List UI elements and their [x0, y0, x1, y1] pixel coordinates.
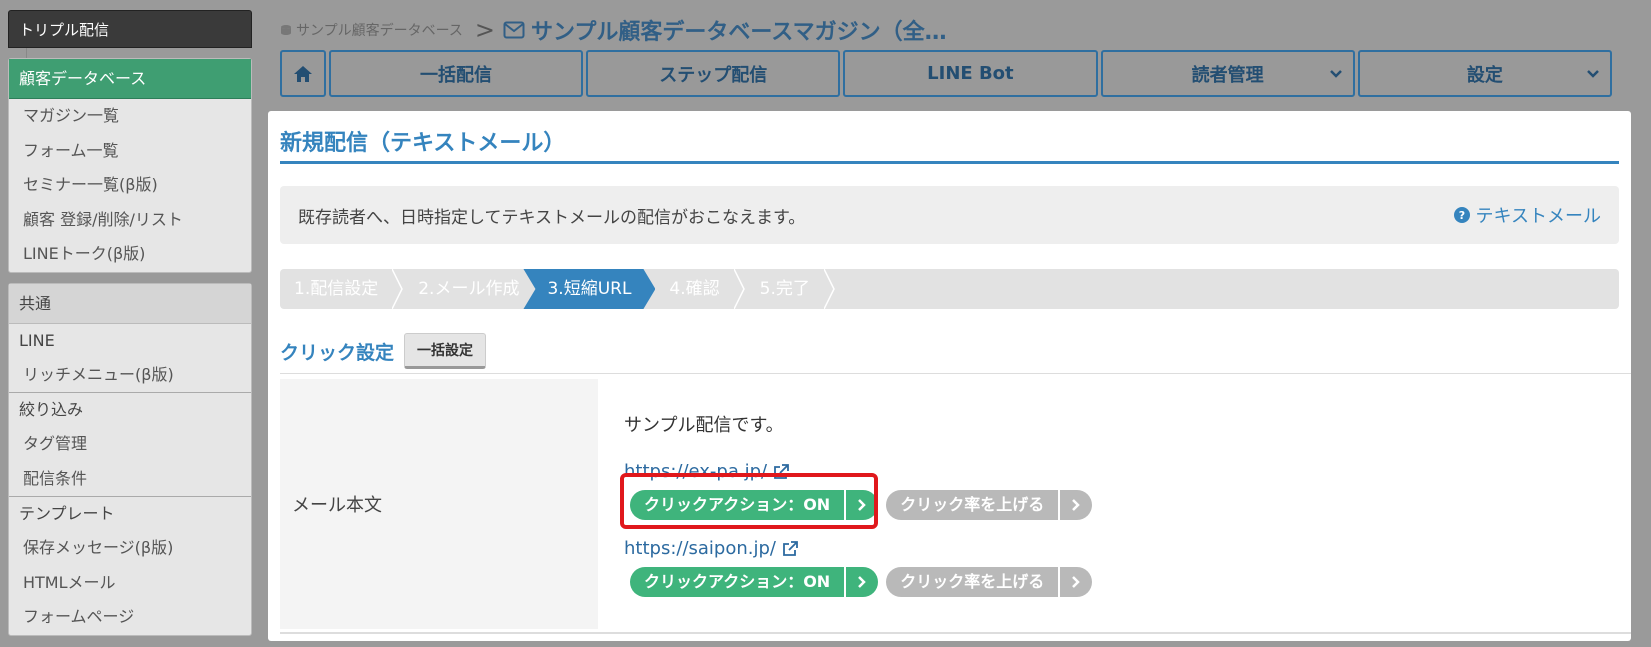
- boost-rate-button-2[interactable]: クリック率を上げる: [886, 567, 1093, 597]
- sidebar: トリプル配信 顧客データベース マガジン一覧 フォーム一覧 セミナー一覧(β版)…: [8, 10, 252, 647]
- sidebar-connector: [8, 48, 252, 58]
- breadcrumb-home[interactable]: サンプル顧客データベース: [280, 20, 463, 40]
- sidebar-item-seminars[interactable]: セミナー一覧(β版): [9, 168, 251, 203]
- sidebar-item-rich-menu[interactable]: リッチメニュー(β版): [9, 358, 251, 393]
- click-settings-header: クリック設定 一括設定: [280, 333, 487, 369]
- url-link-2-label: https://saipon.jp/: [624, 538, 776, 559]
- nav-bulk-send[interactable]: 一括配信: [328, 50, 584, 97]
- breadcrumb-current[interactable]: サンプル顧客データベースマガジン（全…: [503, 14, 947, 46]
- mail-body-label: メール本文: [280, 379, 598, 629]
- highlight-box: [620, 473, 878, 529]
- main-panel: 新規配信（テキストメール） 既存読者へ、日時指定してテキストメールの配信がおこな…: [268, 111, 1631, 641]
- table-bottom-border: [280, 632, 1631, 634]
- step-5: 5.完了: [759, 279, 810, 299]
- chevron-right-icon: [1058, 567, 1092, 597]
- sidebar-item-line-talk[interactable]: LINEトーク(β版): [9, 237, 251, 272]
- sidebar-item-conditions[interactable]: 配信条件: [9, 462, 251, 497]
- sidebar-item-tags[interactable]: タグ管理: [9, 427, 251, 462]
- question-circle-icon: ?: [1453, 207, 1470, 223]
- nav-reader-management[interactable]: 読者管理: [1100, 50, 1355, 97]
- chevron-down-icon: [1329, 70, 1342, 78]
- sidebar-item-html-mail[interactable]: HTMLメール: [9, 566, 251, 601]
- chevron-right-icon: [844, 567, 878, 597]
- sidebar-item-saved-messages[interactable]: 保存メッセージ(β版): [9, 531, 251, 566]
- click-settings-title: クリック設定: [280, 341, 395, 364]
- help-link-label: テキストメール: [1475, 206, 1601, 227]
- top-nav: 一括配信 ステップ配信 LINE Bot 読者管理 設定: [280, 50, 1612, 97]
- url-actions-2: クリックアクション：ON クリック率を上げる: [630, 567, 1093, 597]
- breadcrumb-home-label: サンプル顧客データベース: [296, 23, 463, 39]
- sidebar-group-template: テンプレート: [19, 504, 115, 523]
- breadcrumb-current-label: サンプル顧客データベースマガジン（全…: [531, 20, 947, 45]
- url-link-2[interactable]: https://saipon.jp/: [624, 538, 798, 559]
- nav-step-send[interactable]: ステップ配信: [586, 50, 841, 97]
- boost-rate-button-1[interactable]: クリック率を上げる: [886, 490, 1093, 520]
- sidebar-item-form-page[interactable]: フォームページ: [9, 600, 251, 635]
- sidebar-common-panel: 共通 LINE リッチメニュー(β版) 絞り込み タグ管理 配信条件 テンプレー…: [8, 282, 252, 636]
- sidebar-group-filter: 絞り込み: [19, 400, 84, 419]
- nav-reader-management-label: 読者管理: [1191, 64, 1264, 86]
- breadcrumb: サンプル顧客データベース > サンプル顧客データベースマガジン（全…: [280, 14, 947, 46]
- nav-line-bot[interactable]: LINE Bot: [843, 50, 1098, 97]
- sidebar-top-label[interactable]: トリプル配信: [8, 10, 252, 48]
- external-link-icon: [783, 540, 798, 556]
- sidebar-item-forms[interactable]: フォーム一覧: [9, 134, 251, 169]
- home-icon: [293, 65, 312, 82]
- step-2: 2.メール作成: [418, 279, 520, 299]
- click-action-button-2[interactable]: クリックアクション：ON: [630, 567, 879, 597]
- chevron-down-icon: [1587, 70, 1599, 78]
- info-text: 既存読者へ、日時指定してテキストメールの配信がおこなえます。: [298, 207, 806, 228]
- nav-settings[interactable]: 設定: [1357, 50, 1612, 97]
- sidebar-customer-db-panel: 顧客データベース マガジン一覧 フォーム一覧 セミナー一覧(β版) 顧客 登録/…: [8, 58, 252, 273]
- chevron-right-icon: [1058, 490, 1092, 520]
- database-icon: [281, 25, 291, 35]
- step-4: 4.確認: [669, 279, 720, 299]
- sidebar-common-header: 共通: [9, 283, 251, 324]
- sidebar-item-customers[interactable]: 顧客 登録/削除/リスト: [9, 203, 251, 238]
- step-separator-icon: [392, 269, 404, 309]
- nav-home-button[interactable]: [280, 50, 326, 97]
- help-link[interactable]: ? テキストメール: [1453, 202, 1601, 228]
- bulk-settings-button[interactable]: 一括設定: [404, 333, 487, 369]
- info-box: 既存読者へ、日時指定してテキストメールの配信がおこなえます。 ? テキストメール: [280, 186, 1619, 244]
- mail-body-text: サンプル配信です。: [624, 415, 784, 436]
- step-separator-icon: [823, 269, 835, 309]
- click-action-label-2: クリックアクション：ON: [644, 572, 831, 591]
- step-separator-icon: [733, 269, 745, 309]
- boost-rate-label-2: クリック率を上げる: [900, 572, 1045, 591]
- sidebar-item-magazines[interactable]: マガジン一覧: [9, 99, 251, 134]
- page-title: 新規配信（テキストメール）: [280, 131, 566, 156]
- nav-settings-label: 設定: [1466, 64, 1503, 86]
- breadcrumb-separator: >: [474, 16, 495, 44]
- sidebar-group-line: LINE: [19, 330, 55, 350]
- envelope-icon: [503, 21, 525, 39]
- svg-text:?: ?: [1458, 209, 1464, 222]
- step-progress: 1.配信設定 2.メール作成 3.短縮URL 4.確認 5.完了: [280, 269, 1619, 309]
- sidebar-customer-db-header[interactable]: 顧客データベース: [9, 59, 251, 99]
- title-divider: [280, 161, 1619, 164]
- boost-rate-label-1: クリック率を上げる: [900, 495, 1045, 514]
- step-1: 1.配信設定: [294, 279, 379, 299]
- section-divider: [280, 373, 1631, 374]
- step-3-active: 3.短縮URL: [523, 269, 655, 309]
